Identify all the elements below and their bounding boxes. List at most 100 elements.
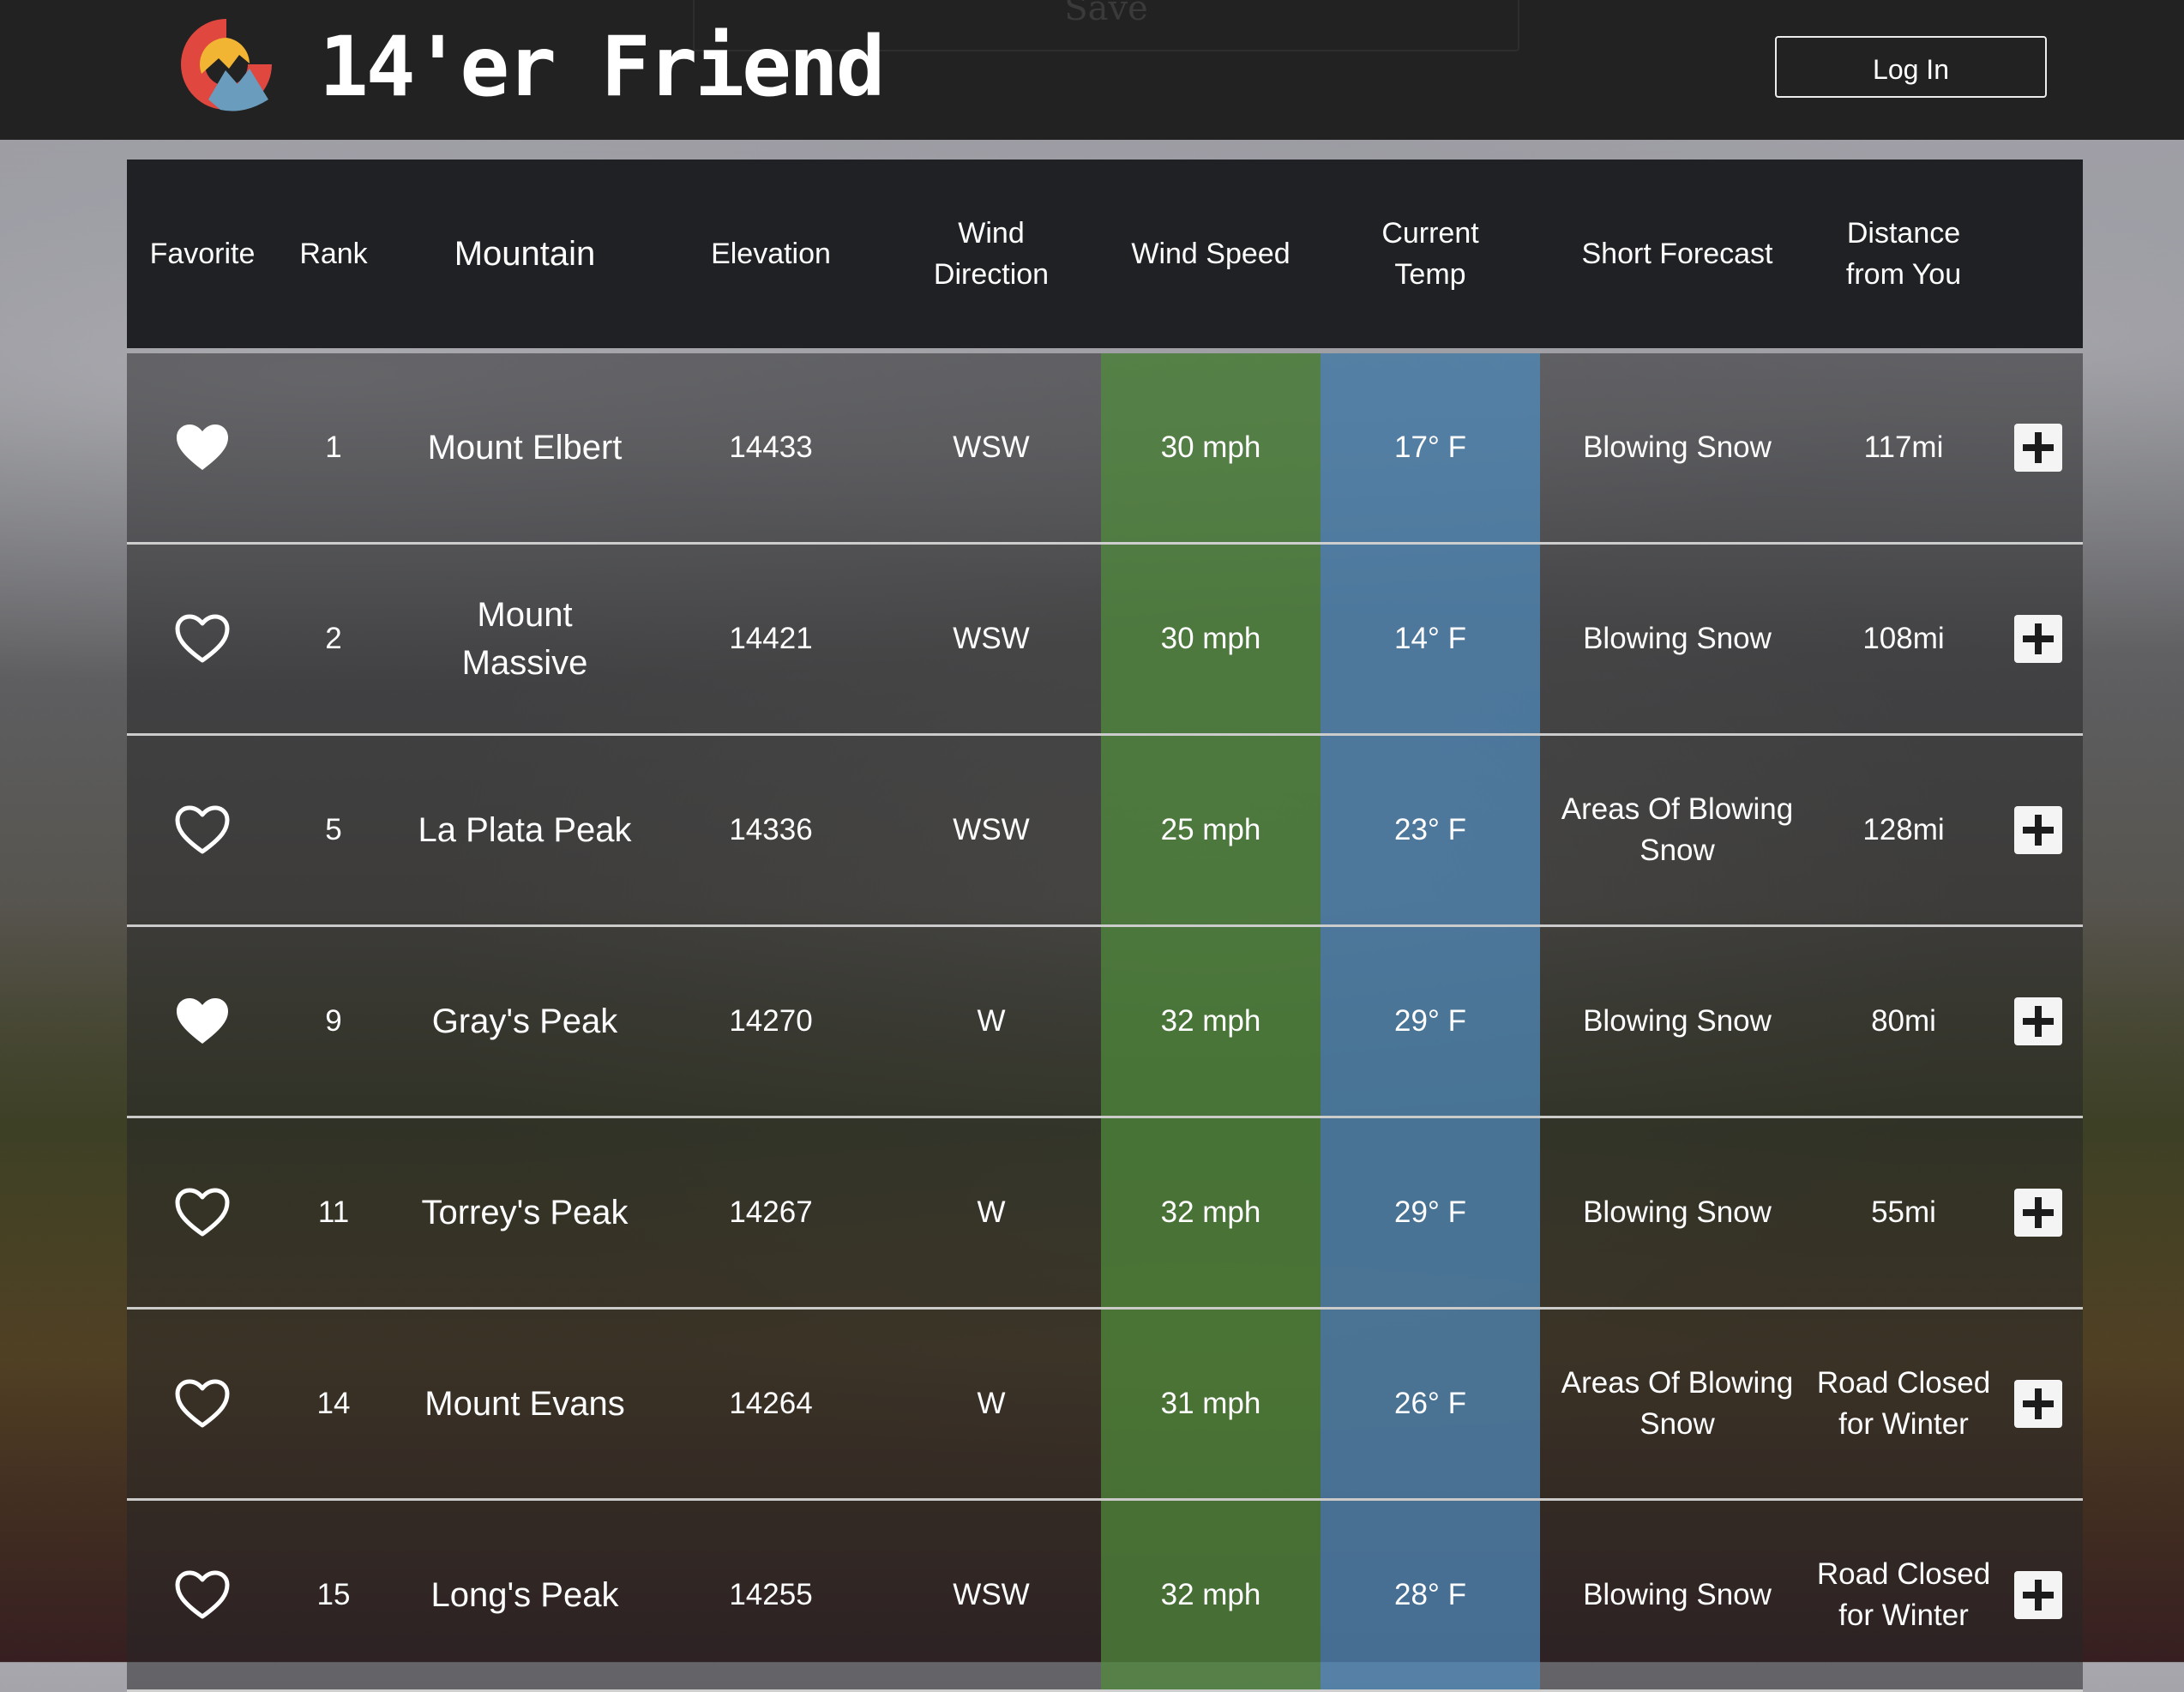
favorite-cell xyxy=(127,353,278,542)
current-temp-cell: 23° F xyxy=(1321,736,1540,924)
distance-cell: 128mi xyxy=(1862,813,1945,846)
wind-direction-cell: W xyxy=(977,1195,1006,1229)
table-header-row: Favorite Rank Mountain Elevation Wind Di… xyxy=(127,160,2083,348)
short-forecast-cell: Blowing Snow xyxy=(1583,1004,1772,1038)
top-navbar: Save 14'er Friend Log In xyxy=(0,0,2184,140)
heart-outline-icon[interactable] xyxy=(173,804,232,856)
distance-cell: 55mi xyxy=(1871,1195,1936,1229)
current-temp-cell: 26° F xyxy=(1321,1310,1540,1498)
short-forecast-cell: Blowing Snow xyxy=(1583,622,1772,655)
add-plus-icon[interactable] xyxy=(2013,806,2062,854)
distance-cell: Road Closed for Winter xyxy=(1816,1557,1991,1632)
mountain-name-cell: Gray's Peak xyxy=(431,1003,618,1040)
heart-outline-icon[interactable] xyxy=(173,1569,232,1621)
wind-direction-cell: WSW xyxy=(953,1578,1030,1611)
table-row: 1 Mount Elbert 14433 WSW 30 mph 17° F Blowing … xyxy=(127,353,2083,545)
wind-direction-cell: W xyxy=(977,1004,1006,1038)
table-row: 9 Gray's Peak 14270 W 32 mph 29° F Blowing Sno… xyxy=(127,927,2083,1118)
add-plus-icon[interactable] xyxy=(2013,1380,2062,1428)
elevation-cell: 14264 xyxy=(729,1387,813,1420)
distance-cell: 117mi xyxy=(1863,431,1944,464)
elevation-cell: 14270 xyxy=(729,1004,813,1038)
heart-outline-icon[interactable] xyxy=(173,1187,232,1238)
current-temp-cell: 29° F xyxy=(1321,927,1540,1116)
favorite-cell xyxy=(127,1310,278,1498)
wind-speed-cell: 31 mph xyxy=(1101,1310,1321,1498)
current-temp-cell: 29° F xyxy=(1321,1118,1540,1307)
add-plus-icon[interactable] xyxy=(2013,424,2062,472)
wind-direction-cell: WSW xyxy=(953,431,1030,464)
short-forecast-cell: Areas Of Blowing Snow xyxy=(1561,792,1794,867)
add-cell xyxy=(1993,1118,2083,1307)
header-mountain[interactable]: Mountain xyxy=(389,230,660,278)
mountain-name-cell: Long's Peak xyxy=(430,1576,619,1614)
wind-direction-cell: W xyxy=(977,1387,1006,1420)
table-body: 1 Mount Elbert 14433 WSW 30 mph 17° F Blowing … xyxy=(127,353,2083,1692)
favorite-cell xyxy=(127,1501,278,1689)
add-cell xyxy=(1993,1501,2083,1689)
header-wind-speed[interactable]: Wind Speed xyxy=(1101,233,1321,274)
current-temp-cell: 28° F xyxy=(1321,1501,1540,1689)
favorite-cell xyxy=(127,736,278,924)
add-cell xyxy=(1993,927,2083,1116)
favorite-cell xyxy=(127,545,278,733)
heart-outline-icon[interactable] xyxy=(173,1378,232,1430)
mountain-name-cell: Mount Evans xyxy=(424,1385,625,1423)
header-distance[interactable]: Distance from You xyxy=(1814,213,1993,295)
add-plus-icon[interactable] xyxy=(2013,997,2062,1045)
add-plus-icon[interactable] xyxy=(2013,1571,2062,1619)
rank-cell: 9 xyxy=(325,1004,342,1038)
add-plus-icon[interactable] xyxy=(2013,1189,2062,1237)
brand-title: 14'er Friend xyxy=(319,19,886,115)
elevation-cell: 14421 xyxy=(729,622,813,655)
favorite-cell xyxy=(127,927,278,1116)
mountains-table: Favorite Rank Mountain Elevation Wind Di… xyxy=(127,160,2083,1692)
wind-speed-cell: 32 mph xyxy=(1101,927,1321,1116)
header-favorite[interactable]: Favorite xyxy=(127,233,278,274)
add-cell xyxy=(1993,545,2083,733)
wind-speed-cell: 32 mph xyxy=(1101,1118,1321,1307)
rank-cell: 5 xyxy=(325,813,342,846)
table-row: 2 Mount Massive 14421 WSW 30 mph 14° F Blowing… xyxy=(127,545,2083,736)
header-wind-direction[interactable]: Wind Direction xyxy=(881,213,1101,295)
distance-cell: Road Closed for Winter xyxy=(1816,1366,1991,1441)
short-forecast-cell: Blowing Snow xyxy=(1583,1578,1772,1611)
distance-cell: 108mi xyxy=(1862,622,1945,655)
mountain-name-cell: Mount Elbert xyxy=(427,429,623,467)
add-cell xyxy=(1993,1310,2083,1498)
table-row: 14 Mount Evans 14264 W 31 mph 26° F Areas Of B… xyxy=(127,1310,2083,1501)
add-plus-icon[interactable] xyxy=(2013,615,2062,663)
rank-cell: 14 xyxy=(316,1387,351,1420)
rank-cell: 11 xyxy=(317,1195,350,1229)
rank-cell: 15 xyxy=(316,1578,351,1611)
login-button[interactable]: Log In xyxy=(1775,36,2047,98)
distance-cell: 80mi xyxy=(1871,1004,1936,1038)
header-rank[interactable]: Rank xyxy=(278,233,389,274)
wind-speed-cell: 32 mph xyxy=(1101,1501,1321,1689)
rank-cell: 2 xyxy=(325,622,342,655)
heart-filled-icon[interactable] xyxy=(173,422,232,473)
add-cell xyxy=(1993,353,2083,542)
favorite-cell xyxy=(127,1118,278,1307)
header-current-temp[interactable]: Current Temp xyxy=(1321,213,1540,295)
wind-direction-cell: WSW xyxy=(953,622,1030,655)
elevation-cell: 14255 xyxy=(729,1578,813,1611)
elevation-cell: 14267 xyxy=(729,1195,813,1229)
heart-filled-icon[interactable] xyxy=(173,996,232,1047)
table-row: 15 Long's Peak 14255 WSW 32 mph 28° F Blowing … xyxy=(127,1501,2083,1692)
heart-outline-icon[interactable] xyxy=(173,613,232,665)
current-temp-cell: 14° F xyxy=(1321,545,1540,733)
table-row: 11 Torrey's Peak 14267 W 32 mph 29° F Blowing … xyxy=(127,1118,2083,1310)
short-forecast-cell: Blowing Snow xyxy=(1583,431,1772,464)
rank-cell: 1 xyxy=(325,431,342,464)
header-elevation[interactable]: Elevation xyxy=(660,233,881,274)
wind-speed-cell: 25 mph xyxy=(1101,736,1321,924)
mountain-name-cell: Mount Massive xyxy=(461,596,588,682)
mountain-name-cell: La Plata Peak xyxy=(418,811,632,849)
short-forecast-cell: Areas Of Blowing Snow xyxy=(1561,1366,1794,1441)
current-temp-cell: 17° F xyxy=(1321,353,1540,542)
wind-speed-cell: 30 mph xyxy=(1101,353,1321,542)
header-short-forecast[interactable]: Short Forecast xyxy=(1540,233,1814,274)
logo-icon xyxy=(181,19,272,111)
elevation-cell: 14433 xyxy=(729,431,813,464)
